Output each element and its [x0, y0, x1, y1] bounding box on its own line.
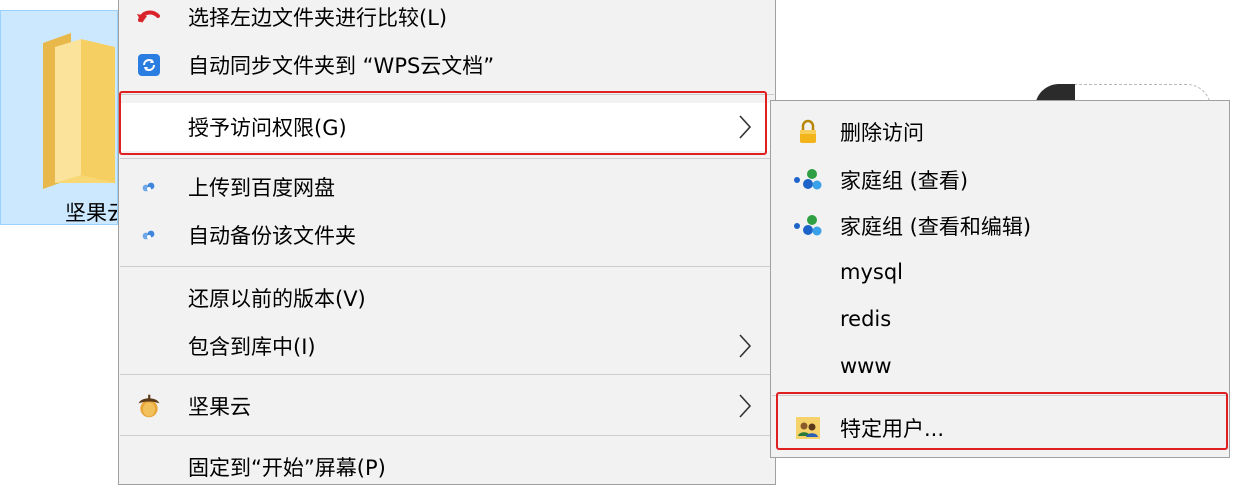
highlight-grant-access	[119, 91, 767, 155]
menu-item-upload-baidu[interactable]: 上传到百度网盘	[120, 163, 774, 211]
submenu-item-label: 家庭组 (查看)	[840, 169, 969, 193]
menu-separator	[120, 435, 774, 436]
submenu-item-label: 家庭组 (查看和编辑)	[840, 215, 1032, 239]
menu-item-jianguoyun[interactable]: 坚果云	[120, 382, 774, 430]
menu-item-include-library[interactable]: 包含到库中(I)	[120, 322, 774, 370]
submenu-item-label: www	[840, 354, 892, 378]
submenu-item-user-mysql[interactable]: mysql	[772, 249, 1228, 295]
baidu-netdisk-icon	[136, 174, 162, 200]
menu-item-compare-folder[interactable]: 选择左边文件夹进行比较(L)	[120, 0, 774, 41]
wps-cloud-sync-icon	[136, 52, 162, 78]
submenu-item-label: redis	[840, 307, 892, 331]
menu-item-label: 上传到百度网盘	[188, 176, 335, 200]
highlight-specific-users	[776, 392, 1228, 450]
submenu-item-homegroup-view-edit[interactable]: 家庭组 (查看和编辑)	[772, 203, 1228, 249]
submenu-item-user-www[interactable]: www	[772, 343, 1228, 389]
acorn-icon	[136, 393, 162, 419]
chevron-right-icon	[739, 334, 752, 358]
folder-label: 坚果云	[65, 201, 117, 225]
menu-item-restore-previous[interactable]: 还原以前的版本(V)	[120, 274, 774, 322]
menu-item-label: 包含到库中(I)	[188, 335, 316, 359]
lock-icon	[792, 118, 824, 146]
menu-item-auto-backup[interactable]: 自动备份该文件夹	[120, 211, 774, 259]
menu-item-label: 固定到“开始”屏幕(P)	[188, 456, 386, 480]
context-menu: 选择左边文件夹进行比较(L) 自动同步文件夹到 “WPS云文档” 授予访问权限(…	[118, 0, 776, 485]
homegroup-icon	[792, 166, 824, 194]
submenu-item-label: mysql	[840, 260, 903, 284]
menu-item-wps-sync[interactable]: 自动同步文件夹到 “WPS云文档”	[120, 41, 774, 89]
submenu-item-user-redis[interactable]: redis	[772, 296, 1228, 342]
menu-item-label: 选择左边文件夹进行比较(L)	[188, 6, 448, 30]
menu-separator	[120, 158, 774, 159]
submenu-item-homegroup-view[interactable]: 家庭组 (查看)	[772, 157, 1228, 203]
menu-item-label: 自动备份该文件夹	[188, 224, 356, 248]
chevron-right-icon	[739, 394, 752, 418]
undo-arrow-icon	[136, 4, 162, 30]
homegroup-icon	[792, 212, 824, 240]
selected-folder-tile[interactable]: 坚果云	[0, 10, 118, 225]
menu-item-label: 坚果云	[188, 395, 251, 419]
menu-item-label: 自动同步文件夹到 “WPS云文档”	[188, 54, 495, 78]
menu-item-label: 还原以前的版本(V)	[188, 287, 366, 311]
folder-icon	[43, 33, 115, 189]
menu-separator	[120, 374, 774, 375]
submenu-item-label: 删除访问	[840, 121, 924, 145]
menu-separator	[120, 266, 774, 267]
submenu-item-remove-access[interactable]: 删除访问	[772, 109, 1228, 155]
baidu-netdisk-icon	[136, 222, 162, 248]
menu-item-pin-to-start[interactable]: 固定到“开始”屏幕(P)	[120, 443, 774, 491]
